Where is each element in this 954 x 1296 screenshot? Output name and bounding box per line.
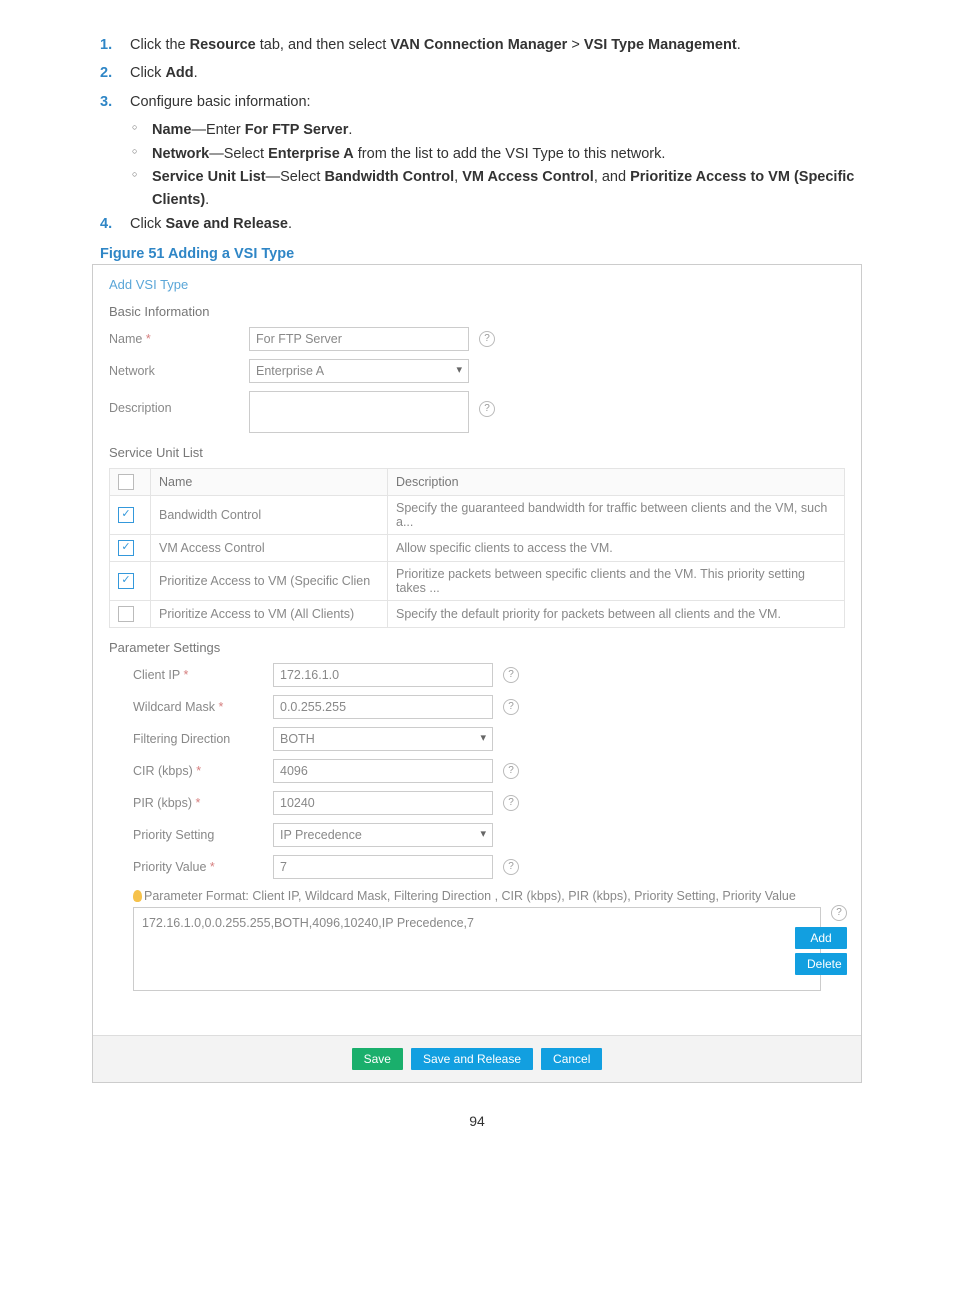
- description-label: Description: [109, 391, 249, 415]
- section-parameter-settings: Parameter Settings: [109, 640, 845, 655]
- name-input[interactable]: [249, 327, 469, 351]
- section-basic-info: Basic Information: [109, 304, 845, 319]
- save-and-release-button[interactable]: Save and Release: [411, 1048, 533, 1070]
- table-row: ✓ VM Access ControlAllow specific clients…: [110, 534, 845, 561]
- section-service-unit-list: Service Unit List: [109, 445, 845, 460]
- help-icon[interactable]: ?: [831, 905, 847, 921]
- help-icon[interactable]: ?: [479, 401, 495, 417]
- add-button[interactable]: Add: [795, 927, 847, 949]
- service-description: Allow specific clients to access the VM.: [388, 534, 845, 561]
- param-label: CIR (kbps) *: [133, 764, 273, 778]
- service-name: Prioritize Access to VM (All Clients): [151, 600, 388, 627]
- delete-button[interactable]: Delete: [795, 953, 847, 975]
- page-number: 94: [92, 1113, 862, 1129]
- step: 4.Click Save and Release.: [92, 213, 862, 235]
- param-input[interactable]: [273, 855, 493, 879]
- substep: Name—Enter For FTP Server.: [130, 119, 862, 141]
- param-label: Filtering Direction: [133, 732, 273, 746]
- substep: Network—Select Enterprise A from the lis…: [130, 143, 862, 165]
- col-name: Name: [151, 468, 388, 495]
- service-description: Specify the default priority for packets…: [388, 600, 845, 627]
- param-input[interactable]: [273, 663, 493, 687]
- breadcrumb: Add VSI Type: [109, 277, 845, 292]
- param-select[interactable]: IP Precedence: [273, 823, 493, 847]
- param-input[interactable]: [273, 695, 493, 719]
- service-name: Prioritize Access to VM (Specific Clien: [151, 561, 388, 600]
- service-description: Specify the guaranteed bandwidth for tra…: [388, 495, 845, 534]
- service-unit-table: Name Description ✓Bandwidth ControlSpeci…: [109, 468, 845, 628]
- checkbox[interactable]: ✓: [118, 540, 134, 556]
- param-label: Priority Value *: [133, 860, 273, 874]
- save-button[interactable]: Save: [352, 1048, 403, 1070]
- param-input[interactable]: [273, 759, 493, 783]
- help-icon[interactable]: ?: [503, 763, 519, 779]
- help-icon[interactable]: ?: [503, 699, 519, 715]
- parameter-format-note: Parameter Format: Client IP, Wildcard Ma…: [133, 889, 845, 903]
- table-row: ✓ Prioritize Access to VM (Specific Clien…: [110, 561, 845, 600]
- network-label: Network: [109, 364, 249, 378]
- lightbulb-icon: [133, 890, 142, 902]
- screenshot-panel: Add VSI Type Basic Information Name * ? …: [92, 264, 862, 1083]
- step: 1.Click the Resource tab, and then selec…: [92, 34, 862, 56]
- param-input[interactable]: [273, 791, 493, 815]
- substep: Service Unit List—Select Bandwidth Contr…: [130, 166, 862, 211]
- service-name: VM Access Control: [151, 534, 388, 561]
- network-select[interactable]: Enterprise A: [249, 359, 469, 383]
- help-icon[interactable]: ?: [503, 859, 519, 875]
- service-description: Prioritize packets between specific clie…: [388, 561, 845, 600]
- description-textarea[interactable]: [249, 391, 469, 433]
- checkbox[interactable]: ✓: [118, 573, 134, 589]
- checkbox-all[interactable]: [118, 474, 134, 490]
- param-label: Client IP *: [133, 668, 273, 682]
- step: 3.Configure basic information:: [92, 91, 862, 113]
- checkbox[interactable]: ✓: [118, 507, 134, 523]
- parameter-paste-area[interactable]: 172.16.1.0,0.0.255.255,BOTH,4096,10240,I…: [133, 907, 821, 991]
- checkbox[interactable]: [118, 606, 134, 622]
- table-row: Prioritize Access to VM (All Clients)Spe…: [110, 600, 845, 627]
- param-label: Priority Setting: [133, 828, 273, 842]
- param-select[interactable]: BOTH: [273, 727, 493, 751]
- step: 2.Click Add.: [92, 62, 862, 84]
- table-row: ✓ Bandwidth ControlSpecify the guaranteed…: [110, 495, 845, 534]
- param-label: PIR (kbps) *: [133, 796, 273, 810]
- param-label: Wildcard Mask *: [133, 700, 273, 714]
- service-name: Bandwidth Control: [151, 495, 388, 534]
- name-label: Name *: [109, 332, 249, 346]
- cancel-button[interactable]: Cancel: [541, 1048, 602, 1070]
- help-icon[interactable]: ?: [479, 331, 495, 347]
- help-icon[interactable]: ?: [503, 667, 519, 683]
- figure-caption: Figure 51 Adding a VSI Type: [92, 246, 862, 262]
- action-bar: Save Save and Release Cancel: [93, 1035, 861, 1082]
- col-description: Description: [388, 468, 845, 495]
- help-icon[interactable]: ?: [503, 795, 519, 811]
